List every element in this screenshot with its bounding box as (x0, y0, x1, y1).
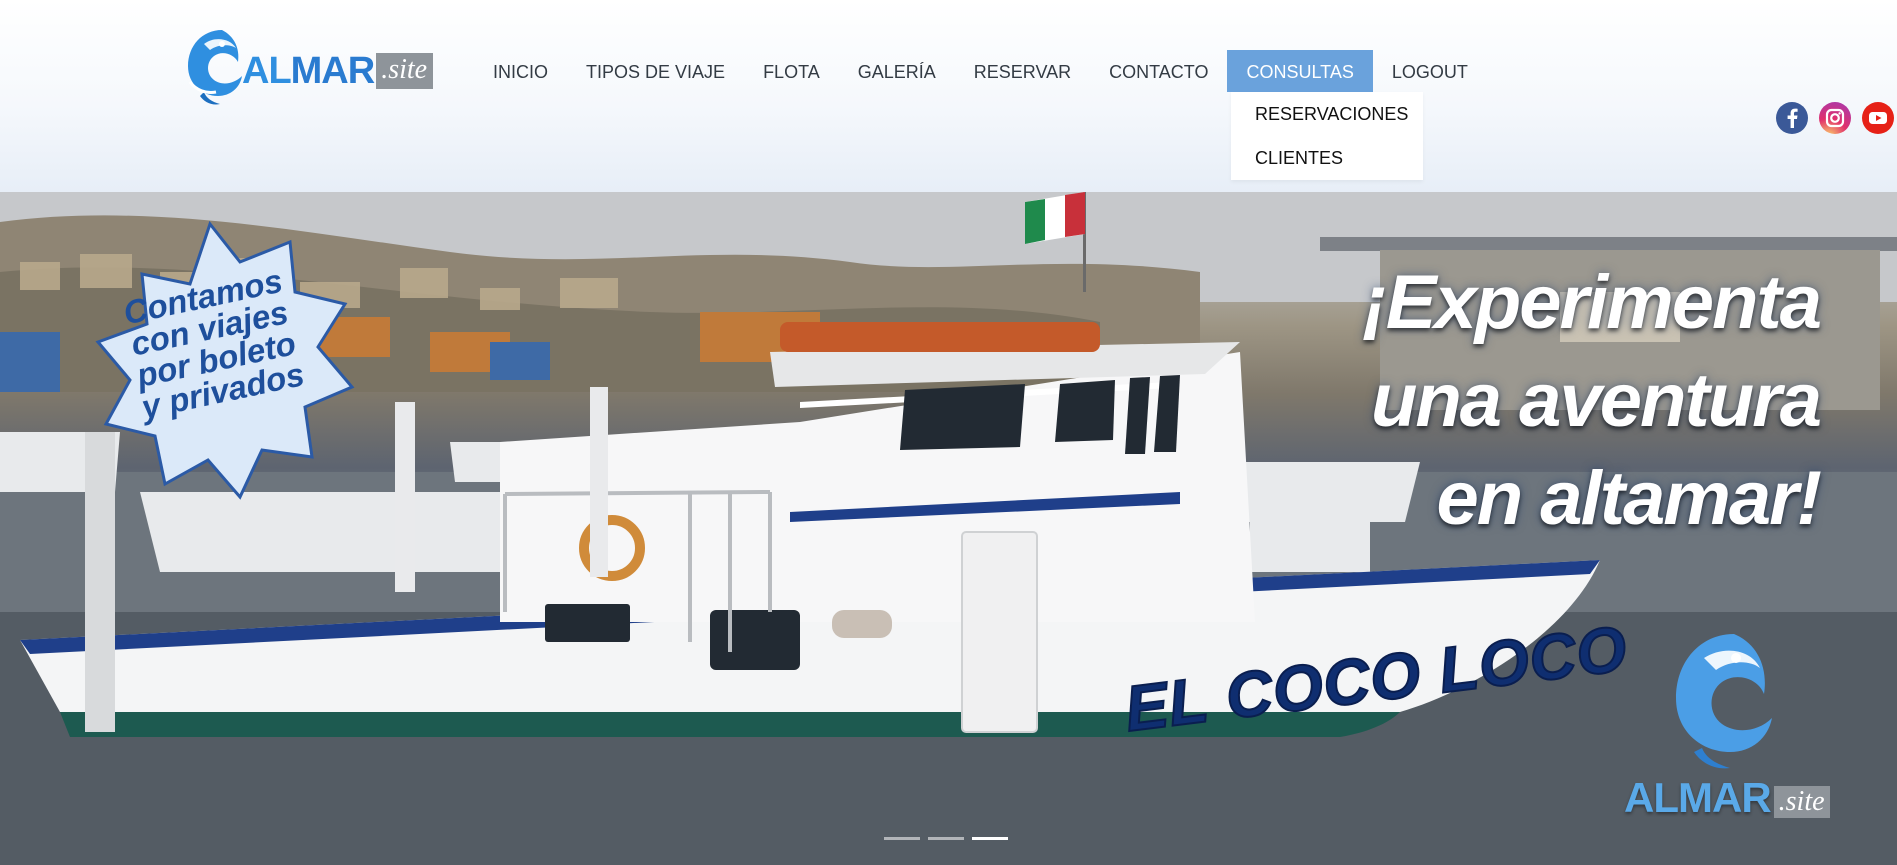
hero-headline: ¡Experimenta una aventura en altamar! (1200, 254, 1823, 548)
main-nav: INICIO TIPOS DE VIAJE FLOTA GALERÍA RESE… (474, 50, 1487, 92)
slider-pagination (884, 837, 1008, 840)
nav-contacto[interactable]: CONTACTO (1090, 50, 1227, 92)
logo-wordmark: ALMAR .site (242, 50, 434, 92)
site-logo[interactable]: ALMAR .site (182, 26, 447, 108)
youtube-link[interactable] (1862, 102, 1894, 134)
logo-suffix: .site (376, 53, 434, 89)
dropdown-item-clientes[interactable]: CLIENTES (1231, 136, 1423, 180)
watermark-logo: ALMAR .site (1624, 628, 1830, 838)
watermark-text: ALMAR (1624, 774, 1772, 821)
youtube-icon (1869, 112, 1887, 124)
nav-flota[interactable]: FLOTA (744, 50, 839, 92)
logo-text: ALMAR (242, 50, 375, 92)
nav-consultas[interactable]: CONSULTAS (1227, 50, 1373, 92)
nav-tipos-de-viaje[interactable]: TIPOS DE VIAJE (567, 50, 744, 92)
fish-watermark-icon (1676, 634, 1772, 769)
slide-dot-1[interactable] (884, 837, 920, 840)
nav-logout[interactable]: LOGOUT (1373, 50, 1487, 92)
instagram-link[interactable] (1819, 102, 1851, 134)
instagram-icon (1825, 108, 1845, 128)
facebook-link[interactable] (1776, 102, 1808, 134)
watermark-wordmark: ALMAR .site (1624, 774, 1830, 822)
headline-line-3: en altamar! (1436, 456, 1823, 541)
hero-slider[interactable]: Contamos con viajes por boleto y privado… (0, 192, 1897, 865)
consultas-dropdown: RESERVACIONES CLIENTES (1231, 92, 1423, 180)
nav-reservar[interactable]: RESERVAR (955, 50, 1090, 92)
facebook-icon (1787, 108, 1798, 128)
slide-dot-3[interactable] (972, 837, 1008, 840)
headline-line-2: una aventura (1370, 358, 1822, 443)
headline-line-1: ¡Experimenta (1362, 260, 1823, 345)
slide-dot-2[interactable] (928, 837, 964, 840)
watermark-suffix: .site (1773, 786, 1830, 818)
site-header: ALMAR .site INICIO TIPOS DE VIAJE FLOTA … (0, 0, 1897, 192)
nav-galeria[interactable]: GALERÍA (839, 50, 955, 92)
dropdown-item-reservaciones[interactable]: RESERVACIONES (1231, 92, 1423, 136)
nav-inicio[interactable]: INICIO (474, 50, 567, 92)
